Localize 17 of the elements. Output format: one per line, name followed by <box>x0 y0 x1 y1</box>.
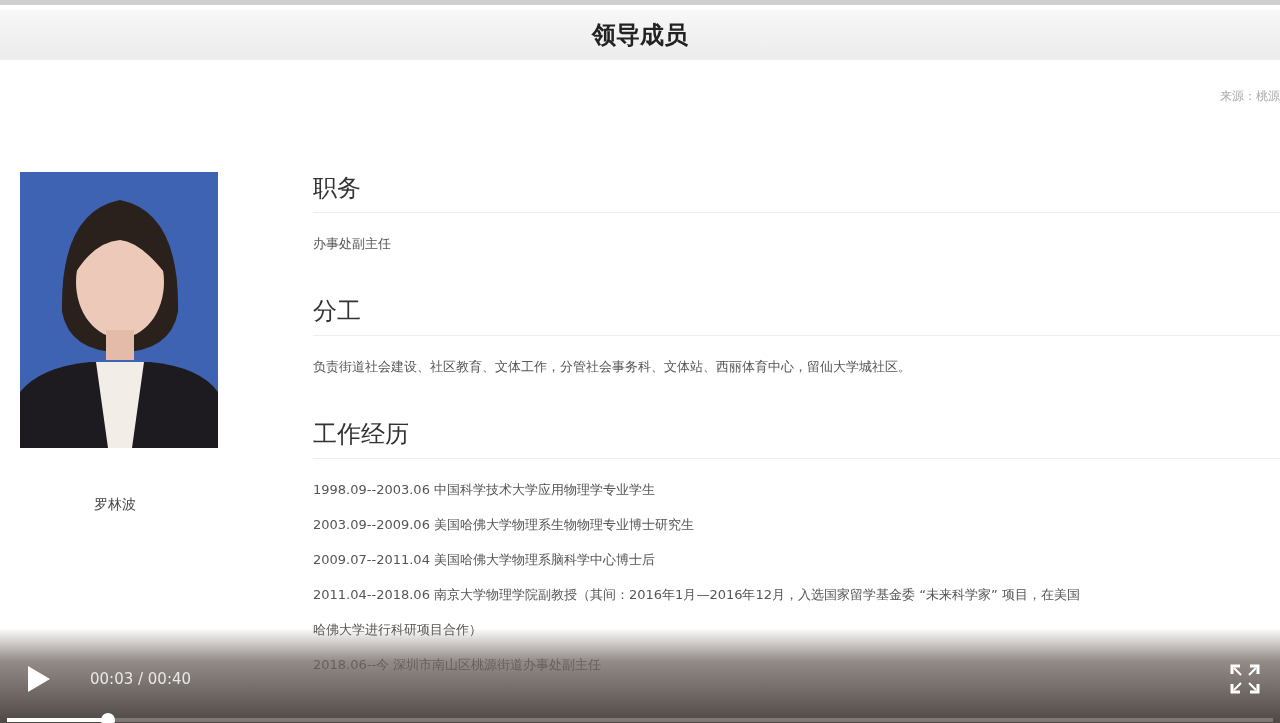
person-name: 罗林波 <box>94 496 136 514</box>
body-text: 负责街道社会建设、社区教育、文体工作，分管社会事务科、文体站、西丽体育中心，留仙大学城社区。 <box>313 358 912 376</box>
body-text: 2003.09--2009.06 美国哈佛大学物理系生物物理专业博士研究生 <box>313 516 696 534</box>
page-title: 领导成员 <box>592 20 688 51</box>
play-icon[interactable] <box>26 664 52 694</box>
fullscreen-icon[interactable] <box>1230 664 1260 694</box>
progress-thumb[interactable] <box>101 713 116 723</box>
body-text: 2011.04--2018.06 南京大学物理学院副教授（其间：2016年1月—2016年12月，入选国家留学基金委 “未来科学家” 项目，在美国 <box>313 586 1081 604</box>
body-text: 哈佛大学进行科研项目合作） <box>313 621 483 639</box>
section-heading: 工作经历 <box>313 418 1280 459</box>
section-heading: 分工 <box>313 295 1280 336</box>
source-label: 来源：桃源 <box>1220 88 1280 105</box>
section-heading: 职务 <box>313 172 1280 213</box>
body-text: 办事处副主任 <box>313 235 392 253</box>
body-text: 1998.09--2003.06 中国科学技术大学应用物理学专业学生 <box>313 481 657 499</box>
body-text: 2009.07--2011.04 美国哈佛大学物理系脑科学中心博士后 <box>313 551 657 569</box>
video-time: 00:03 / 00:40 <box>90 670 192 688</box>
